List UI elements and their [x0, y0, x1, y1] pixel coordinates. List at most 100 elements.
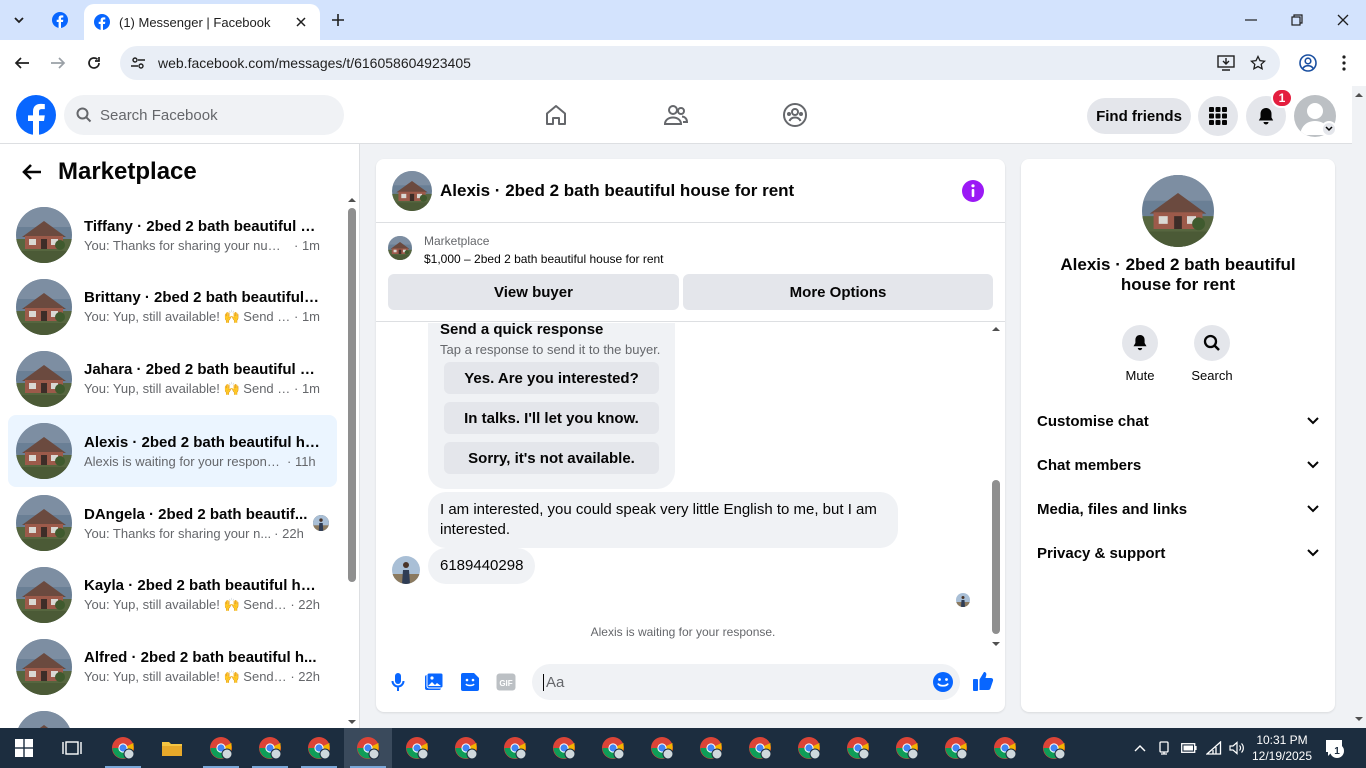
page-scrollbar[interactable]	[1352, 86, 1366, 728]
find-friends-button[interactable]: Find friends	[1087, 98, 1191, 134]
chrome-taskbar-button[interactable]	[295, 728, 343, 768]
quick-response-not-available[interactable]: Sorry, it's not available.	[444, 442, 659, 474]
house-photo	[16, 279, 72, 335]
message-input[interactable]	[543, 673, 903, 691]
listing-thumbnail[interactable]	[388, 236, 412, 260]
chat-avatar[interactable]	[392, 170, 432, 211]
chrome-taskbar-button[interactable]	[540, 728, 588, 768]
start-button[interactable]	[0, 728, 48, 768]
scrollbar-thumb[interactable]	[992, 480, 1000, 634]
chrome-taskbar-button[interactable]	[442, 728, 490, 768]
install-app-icon[interactable]	[1216, 54, 1236, 72]
menu-button[interactable]	[1198, 96, 1238, 136]
info-section-row[interactable]: Media, files and links	[1029, 487, 1327, 531]
reload-button[interactable]	[80, 49, 108, 77]
seen-avatar	[313, 515, 329, 531]
photo-icon[interactable]	[423, 671, 445, 693]
search-action[interactable]: Search	[1182, 325, 1242, 383]
restore-icon	[1291, 14, 1303, 26]
chrome-taskbar-button[interactable]	[785, 728, 833, 768]
info-avatar[interactable]	[1142, 175, 1214, 247]
chrome-icon	[798, 737, 821, 760]
message-input-container[interactable]	[532, 664, 960, 700]
conversation-item[interactable]: Brittany · 2bed 2 bath beautiful ... You:…	[8, 271, 337, 343]
incoming-message[interactable]: I am interested, you could speak very li…	[428, 492, 898, 548]
chrome-taskbar-button[interactable]	[883, 728, 931, 768]
friends-nav-icon[interactable]	[661, 100, 691, 130]
restore-window-button[interactable]	[1274, 6, 1320, 34]
minimize-window-button[interactable]	[1228, 6, 1274, 34]
quick-response-in-talks[interactable]: In talks. I'll let you know.	[444, 402, 659, 434]
view-buyer-button[interactable]: View buyer	[388, 274, 679, 310]
chrome-taskbar-button[interactable]	[344, 728, 392, 768]
sticker-icon[interactable]	[459, 671, 481, 693]
chrome-taskbar-button[interactable]	[589, 728, 637, 768]
chat-title[interactable]: Alexis · 2bed 2 bath beautiful house for…	[440, 181, 794, 201]
conversation-item[interactable]: Tiffany · 2bed 2 bath beautiful h... You:…	[8, 199, 337, 271]
chrome-taskbar-button[interactable]	[99, 728, 147, 768]
facebook-logo-icon[interactable]	[16, 95, 56, 135]
conversation-item[interactable]: Jahara · 2bed 2 bath beautiful h... You: …	[8, 343, 337, 415]
chrome-icon	[455, 737, 478, 760]
tab-search-button[interactable]	[6, 7, 32, 33]
emoji-icon[interactable]	[932, 671, 954, 693]
account-chevron-icon[interactable]	[1321, 121, 1337, 137]
bookmark-star-icon[interactable]	[1248, 54, 1268, 72]
info-section-row[interactable]: Customise chat	[1029, 399, 1327, 443]
conversation-item[interactable]: Kayla · 2bed 2 bath beautiful ho... You: …	[8, 559, 337, 631]
meet-now-icon[interactable]	[1156, 739, 1174, 757]
conversation-item[interactable]: Kar'en · 2bed 2 bath beautiful h...	[8, 703, 337, 728]
profile-button[interactable]	[1294, 49, 1322, 77]
address-bar[interactable]: web.facebook.com/messages/t/616058604923…	[120, 46, 1280, 80]
incoming-message[interactable]: 6189440298	[428, 548, 536, 584]
groups-nav-icon[interactable]	[780, 100, 810, 130]
new-tab-button[interactable]	[326, 8, 350, 32]
chrome-taskbar-button[interactable]	[932, 728, 980, 768]
facebook-search-bar[interactable]: Search Facebook	[64, 95, 344, 135]
chrome-taskbar-button[interactable]	[834, 728, 882, 768]
wifi-icon[interactable]	[1205, 739, 1223, 757]
house-photo	[16, 207, 72, 263]
conversation-item[interactable]: Alexis · 2bed 2 bath beautiful ho... Alex…	[8, 415, 337, 487]
gif-icon[interactable]: GIF	[495, 671, 517, 693]
conversation-item[interactable]: DAngela · 2bed 2 bath beautif... You: Tha…	[8, 487, 337, 559]
chrome-taskbar-button[interactable]	[393, 728, 441, 768]
info-icon[interactable]	[961, 179, 985, 203]
back-button[interactable]	[8, 49, 36, 77]
mute-action[interactable]: Mute	[1110, 325, 1170, 383]
chat-scrollbar[interactable]	[989, 323, 1003, 650]
listing-price[interactable]: $1,000 – 2bed 2 bath beautiful house for…	[424, 252, 664, 266]
microphone-icon[interactable]	[387, 671, 409, 693]
close-tab-icon[interactable]	[292, 13, 310, 31]
thumbs-up-icon[interactable]	[971, 669, 995, 693]
file-explorer-taskbar-button[interactable]	[148, 728, 196, 768]
info-section-row[interactable]: Privacy & support	[1029, 531, 1327, 575]
battery-icon[interactable]	[1180, 739, 1198, 757]
chrome-taskbar-button[interactable]	[638, 728, 686, 768]
info-section-row[interactable]: Chat members	[1029, 443, 1327, 487]
volume-icon[interactable]	[1228, 739, 1246, 757]
chrome-taskbar-button[interactable]	[197, 728, 245, 768]
conversation-item[interactable]: Alfred · 2bed 2 bath beautiful h... You: …	[8, 631, 337, 703]
chrome-taskbar-button[interactable]	[246, 728, 294, 768]
chrome-taskbar-button[interactable]	[491, 728, 539, 768]
conversation-list-scrollbar[interactable]	[345, 194, 359, 728]
task-view-button[interactable]	[48, 728, 96, 768]
active-tab[interactable]: (1) Messenger | Facebook	[84, 4, 320, 40]
browser-menu-button[interactable]	[1330, 49, 1358, 77]
system-clock[interactable]: 10:31 PM 12/19/2025	[1250, 732, 1314, 764]
quick-response-yes[interactable]: Yes. Are you interested?	[444, 362, 659, 394]
chrome-taskbar-button[interactable]	[736, 728, 784, 768]
show-hidden-icons[interactable]	[1131, 739, 1149, 757]
chrome-taskbar-button[interactable]	[981, 728, 1029, 768]
close-window-button[interactable]	[1320, 6, 1366, 34]
chrome-taskbar-button[interactable]	[687, 728, 735, 768]
pinned-facebook-tab[interactable]	[46, 7, 74, 33]
forward-button[interactable]	[44, 49, 72, 77]
more-options-button[interactable]: More Options	[683, 274, 993, 310]
back-arrow-icon[interactable]	[18, 158, 46, 186]
scrollbar-thumb[interactable]	[348, 208, 356, 582]
sender-avatar[interactable]	[392, 556, 420, 584]
chrome-taskbar-button[interactable]	[1030, 728, 1078, 768]
home-nav-icon[interactable]	[541, 100, 571, 130]
